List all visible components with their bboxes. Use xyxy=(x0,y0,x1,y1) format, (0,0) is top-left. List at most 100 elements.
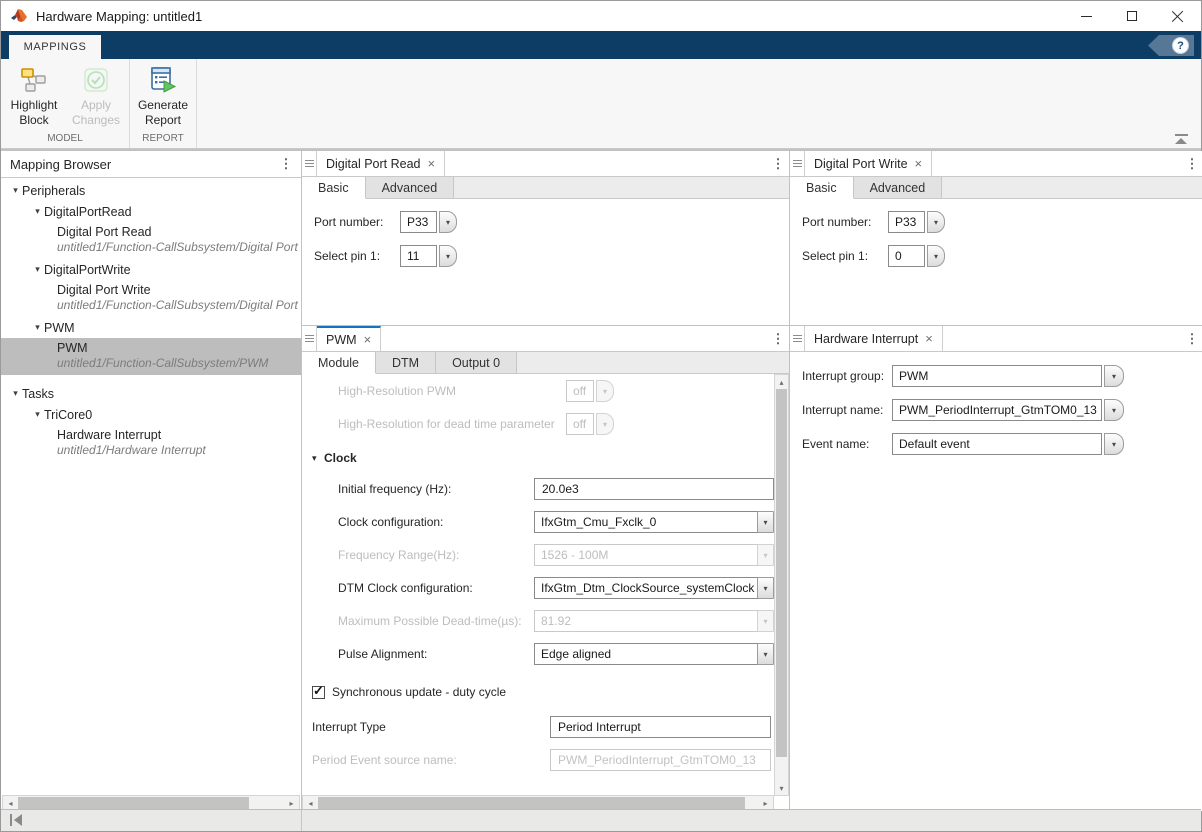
tab-mappings[interactable]: MAPPINGS xyxy=(8,34,102,59)
highlight-block-button[interactable]: Highlight Block xyxy=(3,63,65,130)
scrollbar-thumb[interactable] xyxy=(776,389,787,757)
tab-digital-port-read[interactable]: Digital Port Read × xyxy=(317,151,445,176)
interrupt-name-combo[interactable]: PWM_PeriodInterrupt_GtmTOM0_13 ▾ xyxy=(892,399,1124,421)
minimize-button[interactable] xyxy=(1063,1,1109,31)
select-pin-combo[interactable]: 0 ▾ xyxy=(888,245,945,267)
chevron-down-icon[interactable]: ▾ xyxy=(927,245,945,267)
scroll-right-icon[interactable]: ▸ xyxy=(758,799,773,808)
tree-node-tasks[interactable]: ▾ Tasks xyxy=(1,383,301,404)
tree-node-digitalportwrite[interactable]: ▾ DigitalPortWrite xyxy=(1,259,301,280)
chevron-down-icon[interactable]: ▾ xyxy=(439,245,457,267)
chevron-down-icon[interactable]: ▾ xyxy=(757,577,774,599)
period-event-input: PWM_PeriodInterrupt_GtmTOM0_13 xyxy=(550,749,771,771)
tree-leaf-digital-port-write[interactable]: Digital Port Write untitled1/Function-Ca… xyxy=(1,280,301,317)
section-expand-icon[interactable]: ▾ xyxy=(312,453,324,464)
maximize-button[interactable] xyxy=(1109,1,1155,31)
interrupt-group-combo[interactable]: PWM ▾ xyxy=(892,365,1124,387)
port-number-combo[interactable]: P33 ▾ xyxy=(400,211,457,233)
chevron-down-icon[interactable]: ▾ xyxy=(757,643,774,665)
window-title: Hardware Mapping: untitled1 xyxy=(36,9,202,24)
panel-menu-icon[interactable]: ⋮ xyxy=(1181,326,1202,351)
scroll-down-icon[interactable]: ▾ xyxy=(779,781,783,795)
chevron-down-icon[interactable]: ▾ xyxy=(1104,433,1124,455)
panel-menu-icon[interactable]: ⋮ xyxy=(767,326,789,351)
panel-menu-icon[interactable]: ⋮ xyxy=(1181,151,1202,176)
tree-node-digitalportread[interactable]: ▾ DigitalPortRead xyxy=(1,201,301,222)
subtab-advanced[interactable]: Advanced xyxy=(366,177,455,198)
pwm-vertical-scrollbar[interactable]: ▴ ▾ xyxy=(774,374,789,796)
scrollbar-thumb[interactable] xyxy=(318,797,745,809)
tab-list-icon[interactable] xyxy=(302,151,317,176)
tab-pwm[interactable]: PWM × xyxy=(317,326,381,351)
tree-node-pwm[interactable]: ▾ PWM xyxy=(1,317,301,338)
subtab-basic[interactable]: Basic xyxy=(790,177,854,199)
hr-deadtime-combo: off ▾ xyxy=(566,413,614,435)
generate-report-label: Generate Report xyxy=(138,98,188,128)
dtm-clock-config-combo[interactable]: IfxGtm_Dtm_ClockSource_systemClock ▾ xyxy=(534,577,774,599)
tab-list-icon[interactable] xyxy=(790,151,805,176)
tree-node-peripherals[interactable]: ▾ Peripherals xyxy=(1,180,301,201)
sync-update-row[interactable]: ✓ Synchronous update - duty cycle xyxy=(312,681,774,703)
initial-frequency-input[interactable]: 20.0e3 xyxy=(534,478,774,500)
collapse-ribbon-button[interactable] xyxy=(1173,134,1189,144)
tab-list-icon[interactable] xyxy=(302,326,317,351)
pulse-alignment-combo[interactable]: Edge aligned ▾ xyxy=(534,643,774,665)
close-icon xyxy=(1172,10,1184,22)
port-number-combo[interactable]: P33 ▾ xyxy=(888,211,945,233)
expand-icon[interactable]: ▾ xyxy=(31,322,44,333)
tab-close-icon[interactable]: × xyxy=(925,332,933,345)
subtab-advanced[interactable]: Advanced xyxy=(854,177,943,198)
chevron-down-icon[interactable]: ▾ xyxy=(927,211,945,233)
expand-icon[interactable]: ▾ xyxy=(31,264,44,275)
expand-icon[interactable]: ▾ xyxy=(31,206,44,217)
tab-close-icon[interactable]: × xyxy=(364,333,372,346)
subtab-output0[interactable]: Output 0 xyxy=(436,352,517,373)
sync-update-checkbox[interactable]: ✓ xyxy=(312,686,325,699)
subtab-module[interactable]: Module xyxy=(302,352,376,374)
panel-menu-icon[interactable]: ⋮ xyxy=(767,151,789,176)
clock-config-label: Clock configuration: xyxy=(338,515,534,529)
collapse-browser-button[interactable] xyxy=(10,814,22,826)
tab-close-icon[interactable]: × xyxy=(915,157,923,170)
clock-section-header[interactable]: ▾ Clock xyxy=(312,448,774,468)
apply-changes-icon xyxy=(81,65,111,95)
event-name-combo[interactable]: Default event ▾ xyxy=(892,433,1124,455)
expand-icon[interactable]: ▾ xyxy=(9,185,22,196)
chevron-down-icon: ▾ xyxy=(757,610,774,632)
expand-icon[interactable]: ▾ xyxy=(9,388,22,399)
tab-list-icon[interactable] xyxy=(790,326,805,351)
scroll-up-icon[interactable]: ▴ xyxy=(779,375,783,389)
chevron-down-icon[interactable]: ▾ xyxy=(757,511,774,533)
close-button[interactable] xyxy=(1155,1,1201,31)
ribbon-tab-row: MAPPINGS ? xyxy=(1,31,1201,59)
highlight-block-icon xyxy=(19,65,49,95)
chevron-down-icon[interactable]: ▾ xyxy=(1104,399,1124,421)
subtab-basic[interactable]: Basic xyxy=(302,177,366,199)
tab-hardware-interrupt[interactable]: Hardware Interrupt × xyxy=(805,326,943,351)
chevron-down-icon[interactable]: ▾ xyxy=(439,211,457,233)
scroll-left-icon[interactable]: ◂ xyxy=(3,799,18,808)
subtab-dtm[interactable]: DTM xyxy=(376,352,436,373)
tab-label: PWM xyxy=(326,333,357,347)
tree-leaf-digital-port-read[interactable]: Digital Port Read untitled1/Function-Cal… xyxy=(1,222,301,259)
clock-config-combo[interactable]: IfxGtm_Cmu_Fxclk_0 ▾ xyxy=(534,511,774,533)
tree-leaf-hardware-interrupt[interactable]: Hardware Interrupt untitled1/Hardware In… xyxy=(1,425,301,462)
help-button[interactable]: ? xyxy=(1148,35,1194,56)
tab-close-icon[interactable]: × xyxy=(428,157,436,170)
hr-pwm-label: High-Resolution PWM xyxy=(338,384,566,398)
chevron-down-icon[interactable]: ▾ xyxy=(1104,365,1124,387)
max-deadtime-combo: 81.92 ▾ xyxy=(534,610,774,632)
tree-node-tricore0[interactable]: ▾ TriCore0 xyxy=(1,404,301,425)
tab-digital-port-write[interactable]: Digital Port Write × xyxy=(805,151,932,176)
generate-report-button[interactable]: Generate Report xyxy=(132,63,194,130)
scrollbar-thumb[interactable] xyxy=(18,797,249,809)
interrupt-type-input[interactable]: Period Interrupt xyxy=(550,716,771,738)
expand-icon[interactable]: ▾ xyxy=(31,409,44,420)
scroll-right-icon[interactable]: ▸ xyxy=(284,799,299,808)
hardware-interrupt-panel: Hardware Interrupt × ⋮ Interrupt group: … xyxy=(790,326,1202,811)
scroll-left-icon[interactable]: ◂ xyxy=(303,799,318,808)
tree-leaf-pwm-selected[interactable]: PWM untitled1/Function-CallSubsystem/PWM xyxy=(1,338,301,375)
select-pin-combo[interactable]: 11 ▾ xyxy=(400,245,457,267)
right-column: Digital Port Write × ⋮ Basic Advanced Po… xyxy=(790,151,1202,811)
mapping-browser-menu-icon[interactable]: ⋮ xyxy=(275,156,297,172)
